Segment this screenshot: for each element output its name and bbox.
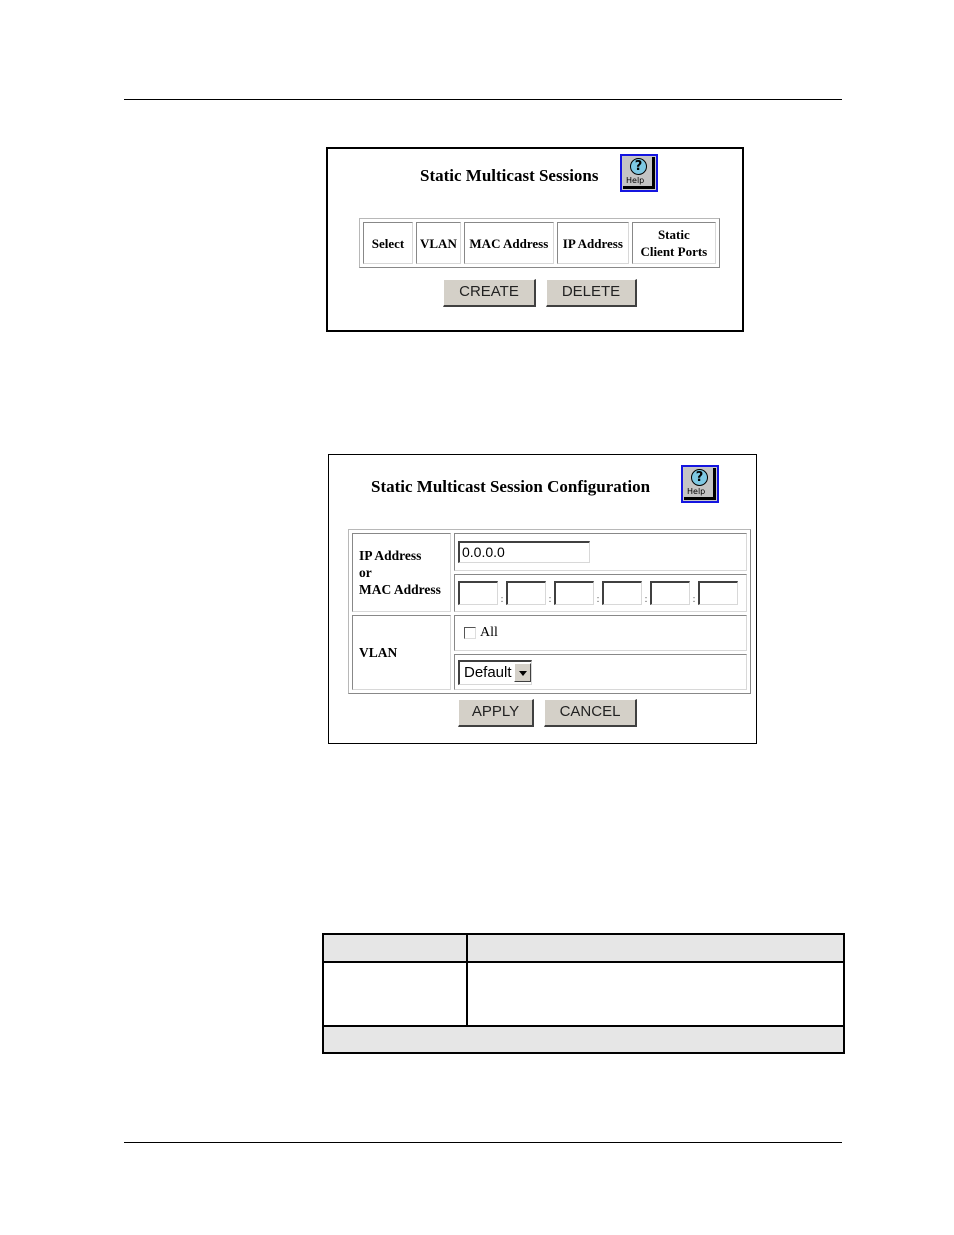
cancel-button[interactable]: CANCEL: [544, 699, 637, 727]
apply-button[interactable]: APPLY: [458, 699, 534, 727]
mac-octet-5-input[interactable]: [650, 581, 690, 605]
chevron-down-icon[interactable]: [513, 663, 531, 682]
help-button-label: Help: [626, 176, 645, 185]
header-cell: [466, 933, 845, 963]
question-mark-icon: ?: [691, 469, 708, 486]
table-cell: [322, 961, 468, 1027]
static-multicast-sessions-panel: Static Multicast Sessions ? Help Select …: [326, 147, 744, 332]
table-footer-row: [322, 1025, 845, 1054]
help-button[interactable]: ? Help: [620, 154, 658, 192]
column-header-mac-address: MAC Address: [463, 222, 554, 264]
mac-octet-6-input[interactable]: [698, 581, 738, 605]
address-label: IP Address or MAC Address: [352, 533, 451, 612]
vlan-label: VLAN: [352, 615, 451, 690]
footer-cell: [322, 1025, 845, 1054]
all-vlans-label: All: [480, 625, 498, 641]
column-header-ip-address: IP Address: [556, 222, 629, 264]
header-rule: [124, 99, 842, 100]
help-button-label: Help: [687, 487, 706, 496]
footer-rule: [124, 1142, 842, 1143]
mac-octet-1-input[interactable]: [458, 581, 498, 605]
create-button[interactable]: CREATE: [443, 279, 536, 307]
table-header-row: [322, 933, 845, 963]
column-header-static-client-ports: Static Client Ports: [631, 222, 716, 264]
session-configuration-panel: Static Multicast Session Configuration ?…: [328, 454, 757, 744]
help-button[interactable]: ? Help: [681, 465, 719, 503]
vlan-select[interactable]: Default: [458, 659, 532, 685]
table-row: [322, 961, 845, 1027]
column-header-select: Select: [363, 222, 413, 264]
panel-title: Static Multicast Session Configuration: [371, 477, 651, 496]
all-vlans-checkbox[interactable]: [464, 627, 476, 640]
question-mark-icon: ?: [630, 158, 647, 175]
mac-octet-4-input[interactable]: [602, 581, 642, 605]
column-header-vlan: VLAN: [416, 222, 461, 264]
table-header-row: Select VLAN MAC Address IP Address Stati…: [363, 222, 716, 264]
configuration-form: IP Address or MAC Address 0.0.0.0 ::::: …: [348, 529, 751, 694]
mac-octet-3-input[interactable]: [554, 581, 594, 605]
table-cell: [466, 961, 845, 1027]
header-cell: [322, 933, 468, 963]
panel-title: Static Multicast Sessions: [420, 166, 599, 185]
vlan-select-value: Default: [464, 664, 512, 681]
delete-button[interactable]: DELETE: [546, 279, 637, 307]
mac-octet-2-input[interactable]: [506, 581, 546, 605]
document-table: [322, 933, 845, 1054]
ip-address-input[interactable]: 0.0.0.0: [458, 541, 590, 563]
mac-address-fields: :::::: [454, 574, 747, 612]
sessions-table: Select VLAN MAC Address IP Address Stati…: [359, 218, 720, 268]
